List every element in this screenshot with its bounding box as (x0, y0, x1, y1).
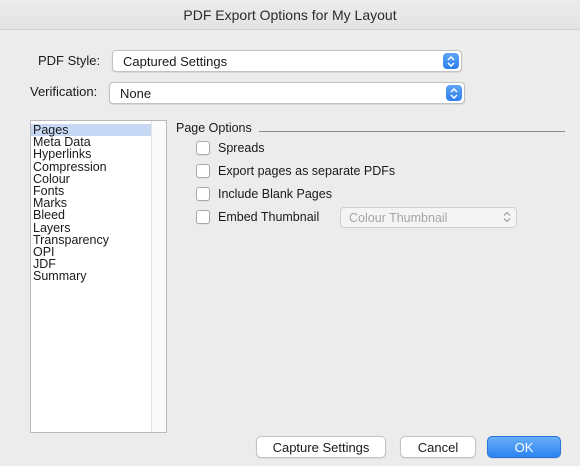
sidebar-item-bleed[interactable]: Bleed (31, 209, 151, 222)
verification-popup[interactable]: None (109, 82, 465, 104)
spreads-checkbox[interactable] (196, 141, 210, 155)
sidebar-item-summary[interactable]: Summary (31, 270, 151, 283)
category-list[interactable]: Pages Meta Data Hyperlinks Compression C… (30, 120, 167, 433)
page-options-title: Page Options (176, 121, 252, 135)
capture-settings-label: Capture Settings (272, 439, 370, 455)
blank-pages-checkbox[interactable] (196, 187, 210, 201)
pdf-style-popup[interactable]: Captured Settings (112, 50, 462, 72)
pdf-export-dialog: PDF Export Options for My Layout PDF Sty… (0, 0, 580, 466)
embed-thumbnail-checkbox[interactable] (196, 210, 210, 224)
verification-value: None (120, 85, 152, 101)
blank-pages-row[interactable]: Include Blank Pages (196, 186, 332, 202)
thumbnail-type-popup: Colour Thumbnail (340, 207, 517, 228)
pdf-style-value: Captured Settings (123, 53, 228, 69)
spreads-label: Spreads (218, 141, 265, 155)
cancel-button[interactable]: Cancel (400, 436, 476, 458)
spreads-row[interactable]: Spreads (196, 140, 265, 156)
window-titlebar: PDF Export Options for My Layout (0, 0, 580, 30)
ok-button[interactable]: OK (487, 436, 561, 458)
embed-thumbnail-label: Embed Thumbnail (218, 210, 320, 224)
thumbnail-type-value: Colour Thumbnail (349, 210, 448, 225)
cancel-label: Cancel (417, 439, 459, 455)
updown-chevron-icon (446, 85, 462, 101)
blank-pages-label: Include Blank Pages (218, 187, 332, 201)
separate-pdfs-label: Export pages as separate PDFs (218, 164, 396, 178)
capture-settings-button[interactable]: Capture Settings (256, 436, 386, 458)
verification-label: Verification: (30, 84, 98, 99)
pdf-style-label: PDF Style: (38, 53, 101, 68)
embed-thumbnail-row[interactable]: Embed Thumbnail (196, 209, 319, 225)
group-divider (259, 131, 565, 132)
list-scrollbar[interactable] (151, 121, 166, 432)
sidebar-item-hyperlinks[interactable]: Hyperlinks (31, 148, 151, 161)
separate-pdfs-checkbox[interactable] (196, 164, 210, 178)
ok-label: OK (514, 439, 534, 455)
sidebar-item-layers[interactable]: Layers (31, 221, 151, 234)
updown-chevron-icon (443, 53, 459, 69)
separate-pdfs-row[interactable]: Export pages as separate PDFs (196, 163, 395, 179)
sidebar-item-compression[interactable]: Compression (31, 160, 151, 173)
window-title: PDF Export Options for My Layout (183, 6, 397, 23)
updown-chevron-icon (503, 211, 511, 226)
